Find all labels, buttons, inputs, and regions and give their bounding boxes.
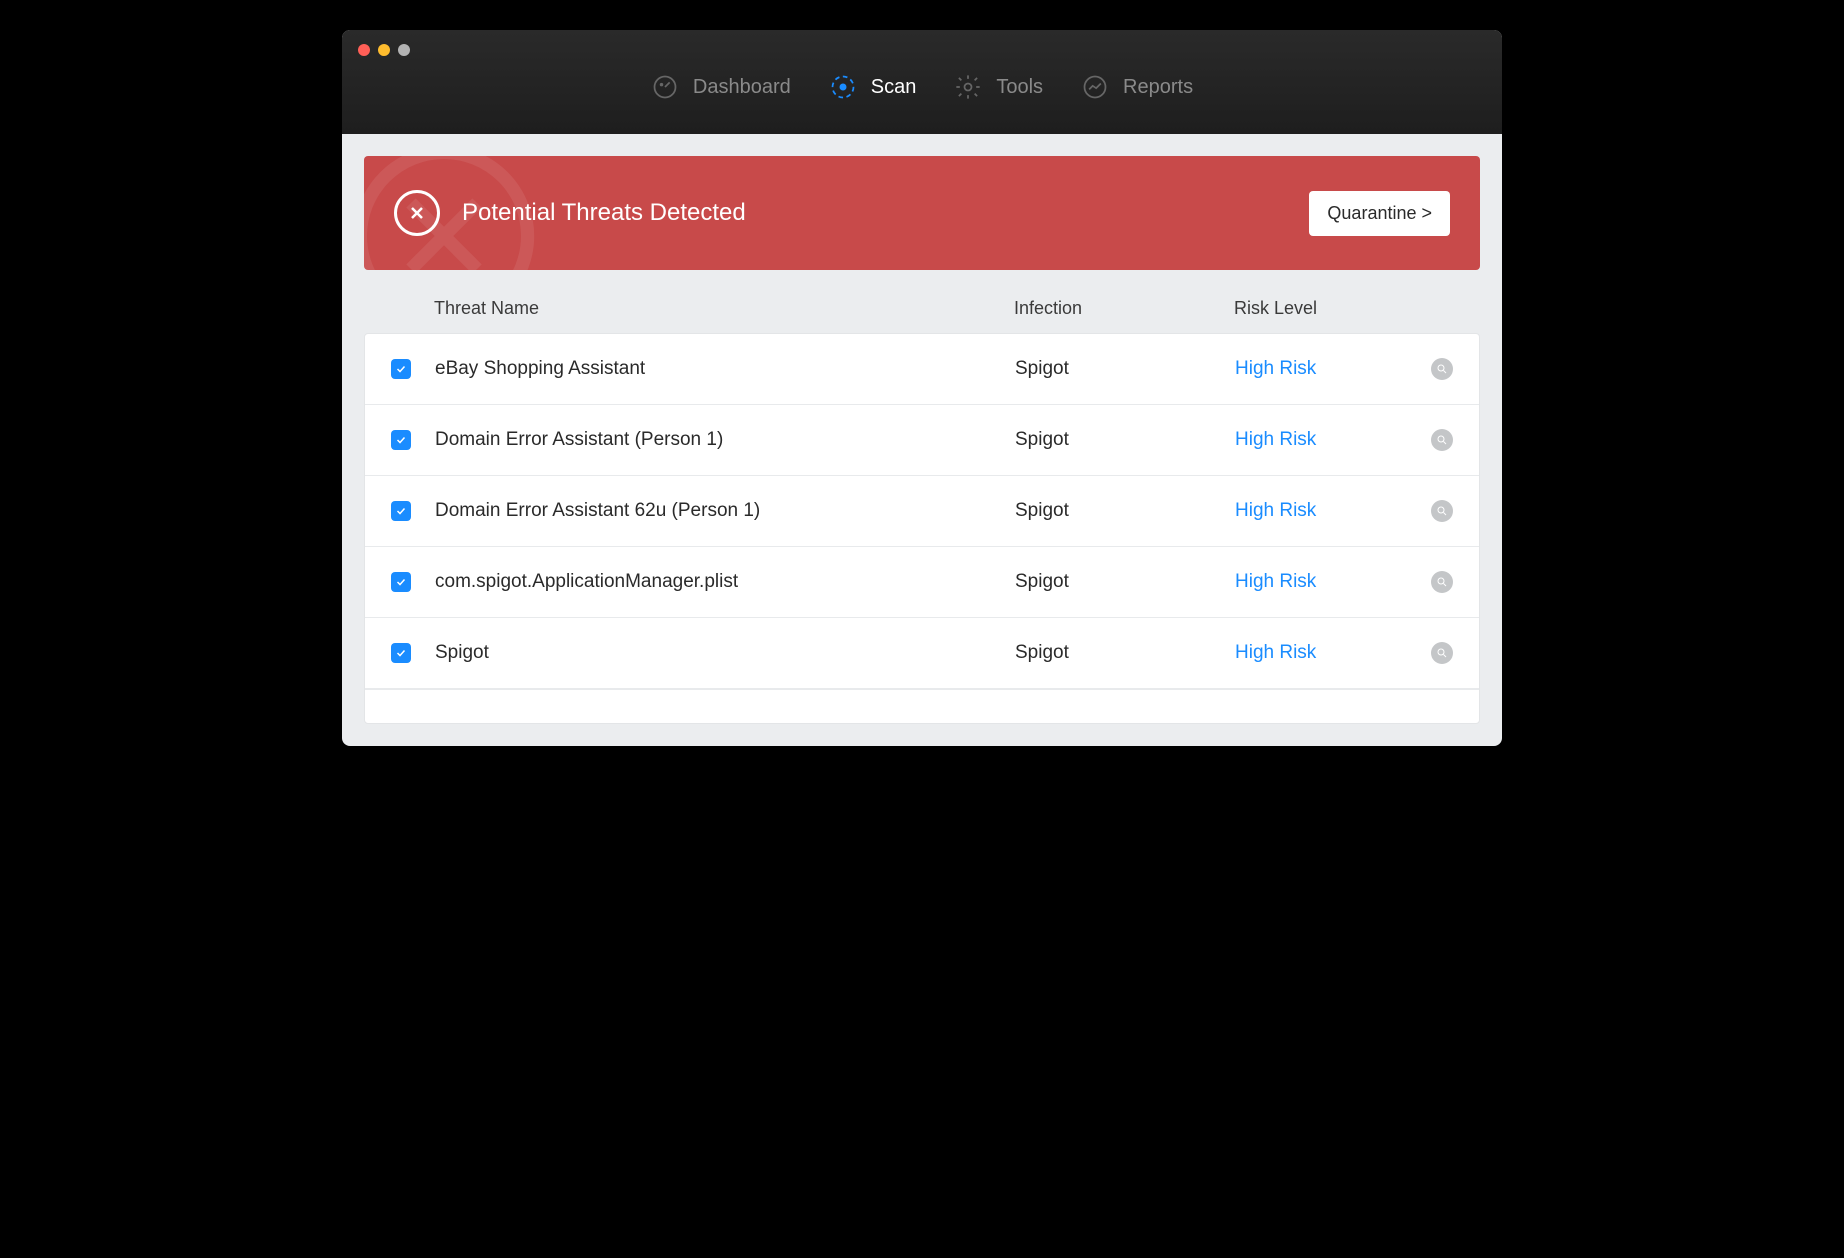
alert-banner: Potential Threats Detected Quarantine > bbox=[364, 156, 1480, 270]
magnify-icon[interactable] bbox=[1431, 500, 1453, 522]
table-row: com.spigot.ApplicationManager.plist Spig… bbox=[365, 547, 1479, 618]
alert-x-icon bbox=[394, 190, 440, 236]
alert-left: Potential Threats Detected bbox=[394, 190, 746, 236]
threat-name: com.spigot.ApplicationManager.plist bbox=[435, 571, 1015, 593]
threat-name: Spigot bbox=[435, 642, 1015, 664]
threat-infection: Spigot bbox=[1015, 429, 1235, 451]
table-body: eBay Shopping Assistant Spigot High Risk bbox=[364, 333, 1480, 724]
threat-name: Domain Error Assistant (Person 1) bbox=[435, 429, 1015, 451]
magnify-icon[interactable] bbox=[1431, 642, 1453, 664]
minimize-window-button[interactable] bbox=[378, 44, 390, 56]
table-row: Spigot Spigot High Risk bbox=[365, 618, 1479, 689]
tab-tools[interactable]: Tools bbox=[954, 73, 1043, 101]
threat-checkbox[interactable] bbox=[391, 501, 411, 521]
threat-infection: Spigot bbox=[1015, 358, 1235, 380]
tab-dashboard[interactable]: Dashboard bbox=[651, 73, 791, 101]
maximize-window-button[interactable] bbox=[398, 44, 410, 56]
threats-table: Threat Name Infection Risk Level eBay Sh… bbox=[364, 284, 1480, 724]
table-footer bbox=[365, 689, 1479, 723]
content-area: Potential Threats Detected Quarantine > … bbox=[342, 134, 1502, 746]
tab-reports[interactable]: Reports bbox=[1081, 73, 1193, 101]
threat-risk: High Risk bbox=[1235, 429, 1395, 451]
app-window: Dashboard Scan Tools Reports bbox=[342, 30, 1502, 746]
threat-risk: High Risk bbox=[1235, 358, 1395, 380]
tab-label: Dashboard bbox=[693, 76, 791, 99]
threat-risk: High Risk bbox=[1235, 571, 1395, 593]
threat-checkbox[interactable] bbox=[391, 643, 411, 663]
threat-risk: High Risk bbox=[1235, 642, 1395, 664]
gear-icon bbox=[954, 73, 982, 101]
magnify-icon[interactable] bbox=[1431, 571, 1453, 593]
traffic-lights bbox=[358, 44, 410, 56]
threat-checkbox[interactable] bbox=[391, 430, 411, 450]
table-header: Threat Name Infection Risk Level bbox=[364, 284, 1480, 333]
tab-scan[interactable]: Scan bbox=[829, 73, 917, 101]
close-window-button[interactable] bbox=[358, 44, 370, 56]
threat-infection: Spigot bbox=[1015, 500, 1235, 522]
magnify-icon[interactable] bbox=[1431, 429, 1453, 451]
nav-tabs: Dashboard Scan Tools Reports bbox=[342, 30, 1502, 134]
tab-label: Tools bbox=[996, 76, 1043, 99]
tab-label: Reports bbox=[1123, 76, 1193, 99]
titlebar: Dashboard Scan Tools Reports bbox=[342, 30, 1502, 134]
quarantine-button[interactable]: Quarantine > bbox=[1309, 191, 1450, 236]
threat-checkbox[interactable] bbox=[391, 359, 411, 379]
column-header-name: Threat Name bbox=[434, 298, 1014, 319]
table-row: eBay Shopping Assistant Spigot High Risk bbox=[365, 334, 1479, 405]
target-icon bbox=[829, 73, 857, 101]
threat-infection: Spigot bbox=[1015, 571, 1235, 593]
gauge-icon bbox=[651, 73, 679, 101]
column-header-infection: Infection bbox=[1014, 298, 1234, 319]
threat-name: Domain Error Assistant 62u (Person 1) bbox=[435, 500, 1015, 522]
column-header-risk: Risk Level bbox=[1234, 298, 1394, 319]
threat-infection: Spigot bbox=[1015, 642, 1235, 664]
alert-title: Potential Threats Detected bbox=[462, 199, 746, 227]
threat-name: eBay Shopping Assistant bbox=[435, 358, 1015, 380]
threat-risk: High Risk bbox=[1235, 500, 1395, 522]
tab-label: Scan bbox=[871, 76, 917, 99]
table-row: Domain Error Assistant 62u (Person 1) Sp… bbox=[365, 476, 1479, 547]
chart-icon bbox=[1081, 73, 1109, 101]
table-row: Domain Error Assistant (Person 1) Spigot… bbox=[365, 405, 1479, 476]
threat-checkbox[interactable] bbox=[391, 572, 411, 592]
magnify-icon[interactable] bbox=[1431, 358, 1453, 380]
